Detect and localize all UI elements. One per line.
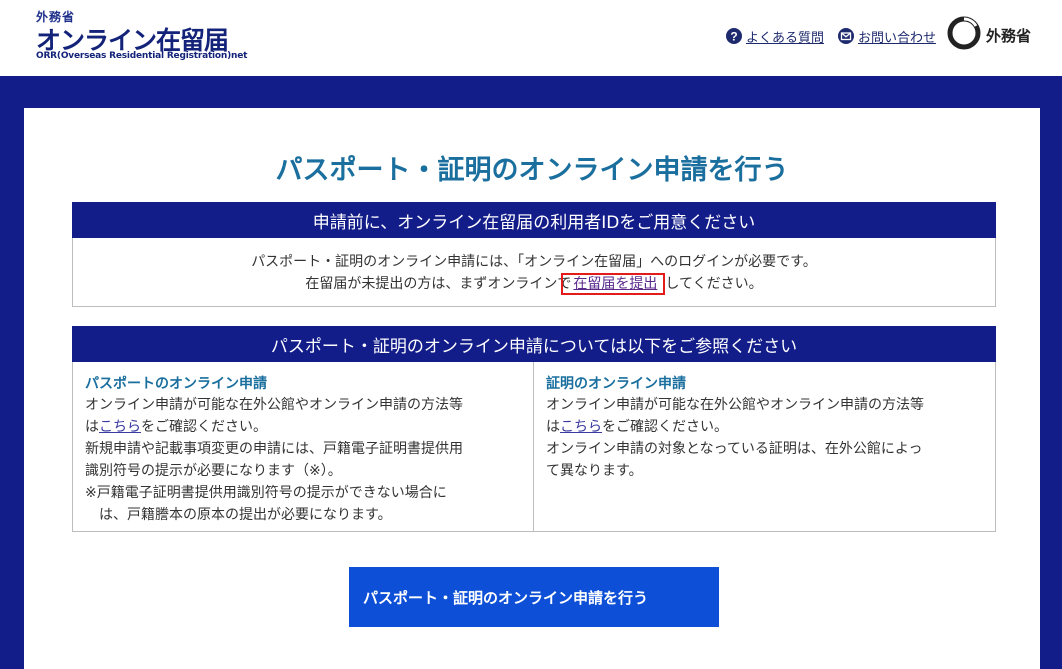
- login-notice-body: パスポート・証明のオンライン申請には、「オンライン在留届」へのログインが必要です…: [73, 251, 995, 295]
- passport-info-text4: 識別符号の提示が必要になります（※）。: [85, 463, 342, 479]
- passport-note-line1: ※戸籍電子証明書提供用識別符号の提示ができない場合に: [85, 485, 447, 501]
- passport-info-text3: 新規申請や記載事項変更の申請には、戸籍電子証明書提供用: [85, 441, 463, 457]
- passport-here-link[interactable]: こちら: [99, 419, 141, 435]
- question-icon: ?: [726, 28, 742, 44]
- certificate-info-text3: オンライン申請の対象となっている証明は、在外公館によっ: [546, 441, 923, 457]
- passport-text2-before: は: [85, 419, 99, 435]
- page-title: パスポート・証明のオンライン申請を行う: [275, 155, 789, 186]
- ministry-logo[interactable]: 外務省: [947, 16, 1032, 54]
- contact-label: お問い合わせ: [858, 30, 937, 46]
- svg-text:?: ?: [730, 30, 737, 44]
- main-frame: パスポート・証明のオンライン申請を行う 申請前に、オンライン在留届の利用者IDを…: [0, 76, 1062, 669]
- passport-note-line2: は、戸籍謄本の原本の提出が必要になります。: [99, 507, 392, 523]
- mail-icon: [838, 28, 854, 44]
- ministry-emblem-icon: [947, 16, 981, 54]
- certificate-info-text1: オンライン申請が可能な在外公館やオンライン申請の方法等: [546, 397, 924, 413]
- login-notice-line2: 在留届が未提出の方は、まずオンラインで 在留届を提出 してください。: [73, 273, 995, 295]
- info-panel: パスポート・証明のオンライン申請については以下をご参照ください パスポートのオン…: [72, 326, 996, 532]
- ministry-label: 外務省: [986, 26, 1032, 45]
- certificate-info-title: 証明のオンライン申請: [546, 376, 686, 392]
- certificate-here-link[interactable]: こちら: [560, 419, 602, 435]
- line2-text-after: してください。: [665, 276, 763, 292]
- passport-info-text2: はこちらをご確認ください。: [85, 416, 533, 438]
- logo-subtitle: ORR(Overseas Residential Registration)ne…: [36, 51, 248, 61]
- login-notice-panel: 申請前に、オンライン在留届の利用者IDをご用意ください パスポート・証明のオンラ…: [72, 202, 996, 307]
- line2-text-before: 在留届が未提出の方は、まずオンラインで: [305, 276, 572, 292]
- certificate-text2-before: は: [546, 419, 560, 435]
- passport-text2-after: をご確認ください。: [141, 419, 267, 435]
- apply-online-button[interactable]: パスポート・証明のオンライン申請を行う: [349, 567, 719, 627]
- certificate-info-text4: て異なります。: [546, 463, 643, 479]
- login-notice-line1: パスポート・証明のオンライン申請には、「オンライン在留届」へのログインが必要です…: [251, 254, 817, 270]
- site-logo[interactable]: 外務省 オンライン在留届 ORR(Overseas Residential Re…: [36, 8, 247, 68]
- certificate-info-column: 証明のオンライン申請 オンライン申請が可能な在外公館やオンライン申請の方法等 は…: [534, 362, 995, 532]
- submit-registration-link[interactable]: 在留届を提出: [561, 273, 666, 295]
- login-notice-heading: 申請前に、オンライン在留届の利用者IDをご用意ください: [72, 202, 996, 238]
- passport-info-column: パスポートのオンライン申請 オンライン申請が可能な在外公館やオンライン申請の方法…: [73, 362, 534, 532]
- certificate-text2-after: をご確認ください。: [602, 419, 728, 435]
- info-heading: パスポート・証明のオンライン申請については以下をご参照ください: [72, 326, 996, 362]
- passport-info-text1: オンライン申請が可能な在外公館やオンライン申請の方法等: [85, 397, 463, 413]
- site-header: 外務省 オンライン在留届 ORR(Overseas Residential Re…: [0, 0, 1062, 76]
- faq-link[interactable]: ? よくある質問: [726, 26, 824, 46]
- content-card: パスポート・証明のオンライン申請を行う 申請前に、オンライン在留届の利用者IDを…: [24, 108, 1040, 669]
- passport-info-title: パスポートのオンライン申請: [85, 376, 267, 392]
- certificate-info-text2: はこちらをご確認ください。: [546, 416, 995, 438]
- faq-label: よくある質問: [746, 30, 825, 46]
- contact-link[interactable]: お問い合わせ: [838, 26, 936, 46]
